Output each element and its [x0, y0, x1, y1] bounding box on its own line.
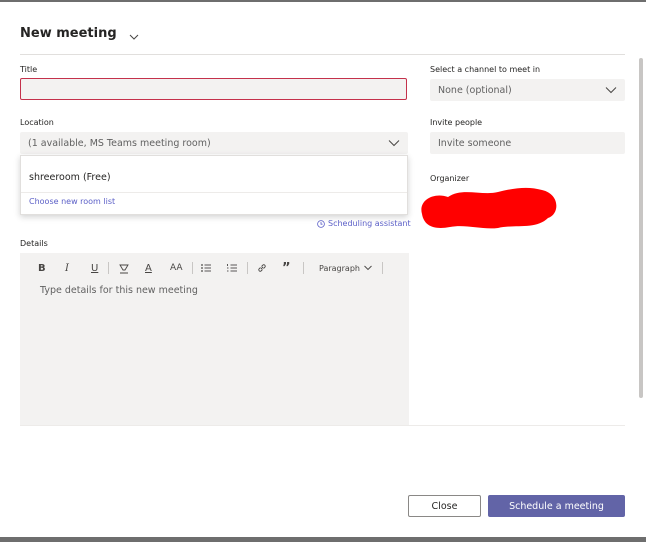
- location-select[interactable]: (1 available, MS Teams meeting room): [20, 132, 408, 154]
- details-label: Details: [20, 239, 48, 248]
- chevron-down-icon: [605, 85, 617, 95]
- location-dropdown: shreeroom (Free) Choose new room list: [20, 155, 408, 215]
- toolbar-separator: [108, 262, 109, 274]
- formatting-toolbar: B I U A AA ” Paragraph: [20, 253, 409, 283]
- clock-icon: [317, 219, 325, 228]
- invite-label: Invite people: [430, 118, 483, 127]
- channel-label: Select a channel to meet in: [430, 65, 541, 74]
- close-button[interactable]: Close: [408, 495, 481, 517]
- channel-value: None (optional): [438, 84, 512, 96]
- editor-divider: [20, 425, 625, 426]
- toolbar-separator: [192, 262, 193, 274]
- font-size-button[interactable]: AA: [170, 262, 183, 274]
- location-value: (1 available, MS Teams meeting room): [28, 137, 211, 149]
- chevron-down-icon: [364, 265, 372, 271]
- title-input[interactable]: [20, 78, 407, 100]
- organizer-label: Organizer: [430, 174, 470, 183]
- chevron-down-icon: [388, 138, 400, 148]
- details-placeholder: Type details for this new meeting: [40, 285, 198, 296]
- location-label: Location: [20, 118, 54, 127]
- paragraph-label: Paragraph: [319, 263, 360, 273]
- scrollbar-thumb[interactable]: [639, 58, 643, 398]
- scheduling-assistant-link[interactable]: Scheduling assistant: [317, 219, 411, 228]
- link-icon[interactable]: [256, 262, 268, 274]
- location-option-shreeroom[interactable]: shreeroom (Free): [29, 172, 111, 183]
- dialog-title: New meeting: [20, 26, 117, 41]
- highlight-icon[interactable]: [118, 262, 130, 274]
- dropdown-divider: [21, 192, 407, 193]
- font-color-button[interactable]: A: [145, 262, 152, 274]
- header-divider: [20, 54, 625, 55]
- choose-room-list-link[interactable]: Choose new room list: [29, 197, 115, 206]
- chevron-down-icon[interactable]: [128, 28, 140, 40]
- toolbar-separator: [247, 262, 248, 274]
- quote-button[interactable]: ”: [282, 261, 291, 276]
- window-top-border: [0, 0, 646, 2]
- bullet-list-icon[interactable]: [200, 262, 212, 274]
- invite-input[interactable]: Invite someone: [430, 132, 625, 154]
- details-editor[interactable]: B I U A AA ” Paragraph Type details for …: [20, 253, 409, 425]
- dialog-header: New meeting: [20, 26, 140, 41]
- scheduling-assistant-label: Scheduling assistant: [328, 219, 411, 228]
- channel-select[interactable]: None (optional): [430, 79, 625, 101]
- invite-placeholder: Invite someone: [438, 137, 512, 149]
- underline-button[interactable]: U: [91, 262, 98, 274]
- toolbar-separator: [303, 262, 304, 274]
- toolbar-separator: [382, 262, 383, 274]
- title-label: Title: [20, 65, 38, 74]
- bold-button[interactable]: B: [38, 262, 46, 274]
- italic-button[interactable]: I: [65, 262, 69, 274]
- schedule-meeting-button[interactable]: Schedule a meeting: [488, 495, 625, 517]
- numbered-list-icon[interactable]: [226, 262, 238, 274]
- organizer-redaction: [418, 184, 558, 230]
- window-bottom-border: [0, 537, 646, 542]
- paragraph-dropdown[interactable]: Paragraph: [319, 262, 373, 274]
